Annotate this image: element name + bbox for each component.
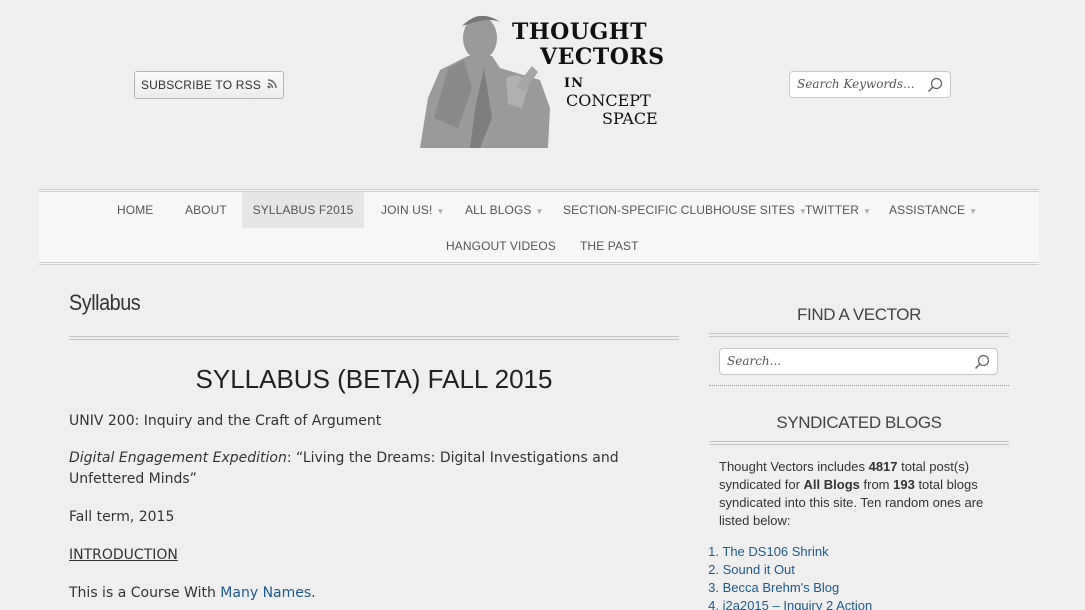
nav-item-label: ABOUT: [185, 203, 227, 217]
expedition-label: Digital Engagement Expedition: [69, 450, 287, 466]
list-number: 4.: [708, 598, 719, 610]
list-number: 2.: [708, 562, 719, 577]
sidebar-search-box[interactable]: [719, 348, 998, 375]
nav-item-about[interactable]: ABOUT: [185, 192, 227, 228]
nav-item-assistance[interactable]: ASSISTANCE ▼: [889, 192, 977, 228]
subscribe-rss-button[interactable]: SUBSCRIBE TO RSS: [134, 71, 284, 99]
chevron-down-icon: ▼: [969, 207, 978, 216]
nav-item-label: THE PAST: [580, 239, 639, 253]
term-line: Fall term, 2015: [69, 509, 175, 525]
syndicated-blog-list: 1. The DS106 Shrink 2. Sound it Out 3. B…: [702, 543, 872, 610]
chevron-down-icon: ▼: [535, 207, 544, 216]
blog-link[interactable]: Sound it Out: [723, 562, 795, 577]
many-names-link[interactable]: Many Names: [220, 585, 311, 601]
syndication-summary: Thought Vectors includes 4817 total post…: [719, 458, 999, 530]
rss-icon: [267, 78, 277, 92]
logo-line-space: SPACE: [602, 109, 658, 128]
title-divider: [69, 336, 679, 340]
logo-line-vectors: VECTORS: [540, 44, 665, 70]
all-blogs-label: All Blogs: [803, 477, 860, 492]
header-search-box[interactable]: [789, 71, 951, 98]
list-item: 3. Becca Brehm's Blog: [702, 579, 872, 597]
intro-suffix: .: [311, 585, 316, 601]
blog-link[interactable]: i2a2015 – Inquiry 2 Action: [723, 598, 873, 610]
course-line: UNIV 200: Inquiry and the Craft of Argum…: [69, 413, 382, 429]
nav-item-clubhouse-sites[interactable]: SECTION-SPECIFIC CLUBHOUSE SITES ▼: [563, 192, 807, 228]
nav-item-the-past[interactable]: THE PAST: [580, 228, 639, 264]
post-count: 4817: [868, 459, 898, 474]
nav-item-syllabus[interactable]: SYLLABUS F2015: [242, 192, 364, 228]
nav-item-label: ASSISTANCE: [889, 203, 966, 217]
summary-text: from: [859, 477, 894, 492]
nav-item-label: SECTION-SPECIFIC CLUBHOUSE SITES: [563, 203, 795, 217]
intro-paragraph: This is a Course With Many Names.: [69, 583, 669, 604]
logo-line-thought: THOUGHT: [512, 19, 647, 45]
nav-item-label: HOME: [117, 203, 154, 217]
nav-item-hangout-videos[interactable]: HANGOUT VIDEOS: [446, 228, 556, 264]
search-icon[interactable]: [926, 76, 944, 94]
logo-line-in: IN: [564, 76, 584, 91]
nav-item-label: SYLLABUS F2015: [252, 203, 354, 217]
find-vector-heading: FIND A VECTOR: [797, 305, 921, 324]
intro-heading: INTRODUCTION: [69, 547, 178, 563]
sidebar-divider: [709, 441, 1009, 445]
blog-count: 193: [893, 477, 915, 492]
sidebar-divider: [709, 333, 1009, 337]
nav-item-label: TWITTER: [805, 203, 860, 217]
list-item: 4. i2a2015 – Inquiry 2 Action: [702, 597, 872, 610]
chevron-down-icon: ▼: [436, 207, 445, 216]
sidebar-dotted-divider: [709, 385, 1009, 386]
blog-link[interactable]: The DS106 Shrink: [722, 544, 828, 559]
list-item: 2. Sound it Out: [702, 561, 872, 579]
list-item: 1. The DS106 Shrink: [702, 543, 872, 561]
subscribe-rss-label: SUBSCRIBE TO RSS: [140, 78, 262, 92]
sidebar-search-input[interactable]: [727, 354, 847, 368]
list-number: 3.: [708, 580, 719, 595]
blog-link[interactable]: Becca Brehm's Blog: [723, 580, 840, 595]
header-search-input[interactable]: [797, 77, 917, 91]
logo-line-concept: CONCEPT: [566, 91, 651, 110]
summary-text: Thought Vectors includes: [719, 459, 869, 474]
nav-item-join-us[interactable]: JOIN US! ▼: [381, 192, 445, 228]
nav-item-twitter[interactable]: TWITTER ▼: [805, 192, 871, 228]
page-title: Syllabus: [69, 290, 141, 315]
search-icon[interactable]: [973, 353, 991, 371]
intro-prefix: This is a Course With: [69, 585, 221, 601]
nav-item-label: JOIN US!: [381, 203, 433, 217]
list-number: 1.: [708, 544, 719, 559]
post-heading: SYLLABUS (BETA) FALL 2015: [195, 364, 553, 394]
nav-item-all-blogs[interactable]: ALL BLOGS ▼: [465, 192, 544, 228]
main-nav: HOME ABOUT SYLLABUS F2015 JOIN US! ▼ ALL …: [39, 189, 1039, 265]
nav-item-label: ALL BLOGS: [465, 203, 532, 217]
expedition-line: Digital Engagement Expedition: “Living t…: [69, 448, 669, 490]
syndicated-blogs-heading: SYNDICATED BLOGS: [776, 413, 942, 432]
chevron-down-icon: ▼: [863, 207, 872, 216]
nav-item-home[interactable]: HOME: [117, 192, 153, 228]
nav-item-label: HANGOUT VIDEOS: [446, 239, 556, 253]
